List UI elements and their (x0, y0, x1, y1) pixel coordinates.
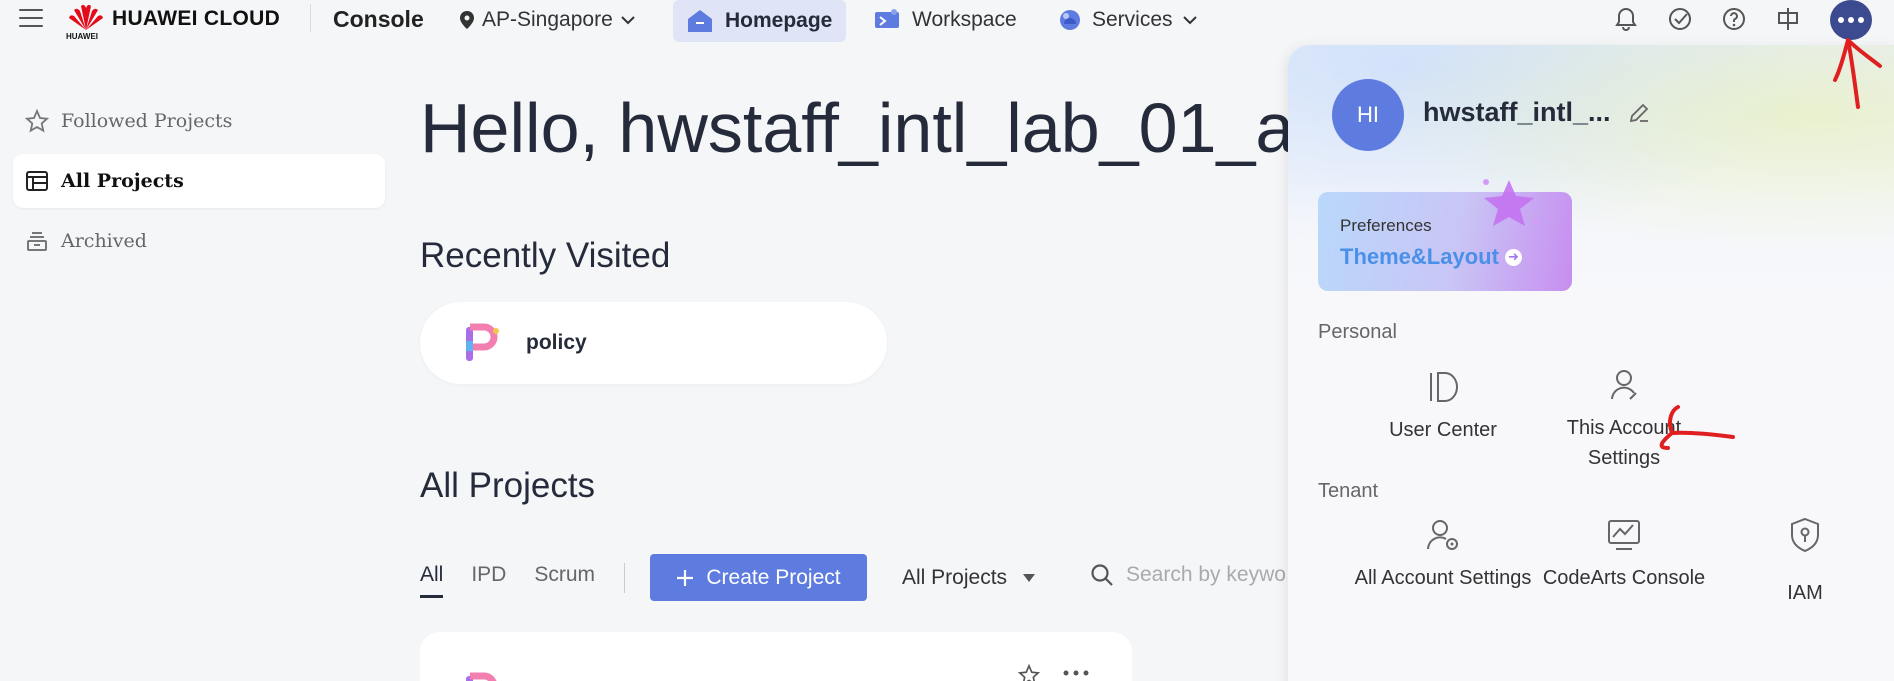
search-placeholder: Search by keywo (1126, 563, 1286, 586)
console-title[interactable]: Console (333, 6, 424, 33)
search-icon (1091, 564, 1113, 586)
shield-icon (1791, 517, 1819, 553)
codearts-console-item[interactable]: CodeArts Console (1534, 515, 1714, 593)
personal-section-label: Personal (1318, 321, 1397, 343)
project-filter-dropdown[interactable]: All Projects (902, 566, 1036, 590)
divider (624, 563, 625, 593)
nav-workspace[interactable]: Workspace (874, 8, 1017, 32)
sidebar-item-label: Followed Projects (61, 110, 233, 132)
region-label: AP-Singapore (482, 8, 613, 31)
divider (310, 4, 311, 32)
user-menu-icon[interactable] (1830, 0, 1872, 40)
greeting-heading: Hello, hwstaff_intl_lab_01_ap (420, 89, 1334, 167)
tenant-section-label: Tenant (1318, 480, 1379, 502)
user-menu-panel: HI hwstaff_intl_... Preferences Theme&La… (1288, 45, 1894, 681)
sidebar-item-followed-projects[interactable]: Followed Projects (13, 94, 385, 148)
top-bar: HUAWEI HUAWEI CLOUD Console AP-Singapore… (0, 0, 1894, 42)
recent-project-name: policy (526, 331, 587, 354)
workspace-icon (875, 9, 899, 28)
all-account-settings-item[interactable]: All Account Settings (1353, 515, 1533, 593)
tab-all[interactable]: All (420, 563, 444, 598)
sparkle-star-icon (1483, 179, 1539, 226)
services-icon (1060, 10, 1080, 30)
bell-icon[interactable] (1613, 6, 1639, 32)
tab-ipd[interactable]: IPD (471, 563, 506, 598)
nav-services[interactable]: Services (1058, 8, 1197, 32)
preferences-card[interactable]: Preferences Theme&Layout ➜ (1318, 179, 1572, 291)
all-projects-heading: All Projects (420, 466, 596, 505)
this-account-settings-item[interactable]: This Account Settings (1534, 365, 1714, 473)
this-account-settings-label: This Account Settings (1566, 417, 1682, 469)
nav-services-label: Services (1092, 8, 1173, 31)
recently-visited-heading: Recently Visited (420, 236, 671, 275)
nav-homepage[interactable]: Homepage (673, 0, 846, 42)
edit-icon[interactable] (1627, 101, 1651, 125)
project-card[interactable] (420, 632, 1132, 681)
user-settings-icon (1611, 370, 1637, 400)
huawei-cloud-logo[interactable]: HUAWEI HUAWEI CLOUD (66, 2, 281, 41)
tab-scrum[interactable]: Scrum (534, 563, 595, 598)
brand-name: HUAWEI CLOUD (112, 7, 281, 30)
preferences-label: Preferences (1340, 216, 1432, 235)
project-logo-icon (466, 672, 497, 681)
language-icon[interactable] (1775, 6, 1801, 32)
search-input[interactable]: Search by keywo (1090, 563, 1286, 587)
task-check-icon[interactable] (1667, 6, 1693, 32)
huawei-logo-icon: HUAWEI (66, 2, 106, 41)
create-project-button[interactable]: Create Project (650, 554, 867, 601)
recent-project-card[interactable]: policy (420, 302, 887, 384)
more-options-icon[interactable] (1062, 668, 1090, 678)
filter-value: All Projects (902, 566, 1008, 589)
caret-down-icon (1023, 574, 1036, 582)
plus-icon (677, 569, 694, 586)
sidebar-item-all-projects[interactable]: All Projects (13, 154, 385, 208)
user-center-item[interactable]: User Center (1353, 367, 1533, 445)
create-project-label: Create Project (706, 565, 841, 589)
username: hwstaff_intl_... (1423, 97, 1611, 127)
theme-layout-label: Theme&Layout (1340, 244, 1499, 269)
avatar: HI (1332, 79, 1404, 151)
console-monitor-icon (1608, 520, 1640, 550)
sidebar-item-archived[interactable]: Archived (13, 214, 385, 268)
project-logo-icon (466, 323, 499, 361)
id-icon (1430, 372, 1458, 402)
help-icon[interactable] (1721, 6, 1747, 32)
nav-homepage-label: Homepage (725, 9, 833, 32)
project-type-tabs: All IPD Scrum (420, 563, 595, 598)
region-selector[interactable]: AP-Singapore (460, 8, 635, 32)
archive-icon (27, 232, 47, 251)
iam-item[interactable]: IAM (1715, 515, 1894, 608)
user-center-label: User Center (1389, 419, 1497, 441)
star-icon (25, 109, 49, 133)
iam-label: IAM (1787, 582, 1823, 604)
account-gear-icon (1427, 520, 1458, 550)
chevron-down-icon (621, 16, 635, 25)
home-icon (688, 10, 712, 32)
location-pin-icon (460, 11, 474, 29)
hamburger-menu-icon[interactable] (19, 9, 43, 29)
sidebar-item-label: Archived (61, 230, 147, 252)
brand-sub-text: HUAWEI (66, 32, 98, 41)
chevron-down-icon (1182, 16, 1197, 25)
codearts-console-label: CodeArts Console (1542, 567, 1706, 589)
theme-layout-link[interactable]: Theme&Layout ➜ (1340, 244, 1522, 270)
all-account-settings-label: All Account Settings (1354, 567, 1532, 589)
table-icon (26, 171, 48, 191)
star-icon[interactable] (1018, 664, 1040, 681)
sidebar-item-label: All Projects (61, 170, 184, 192)
arrow-right-icon: ➜ (1504, 248, 1522, 266)
nav-workspace-label: Workspace (912, 8, 1017, 31)
